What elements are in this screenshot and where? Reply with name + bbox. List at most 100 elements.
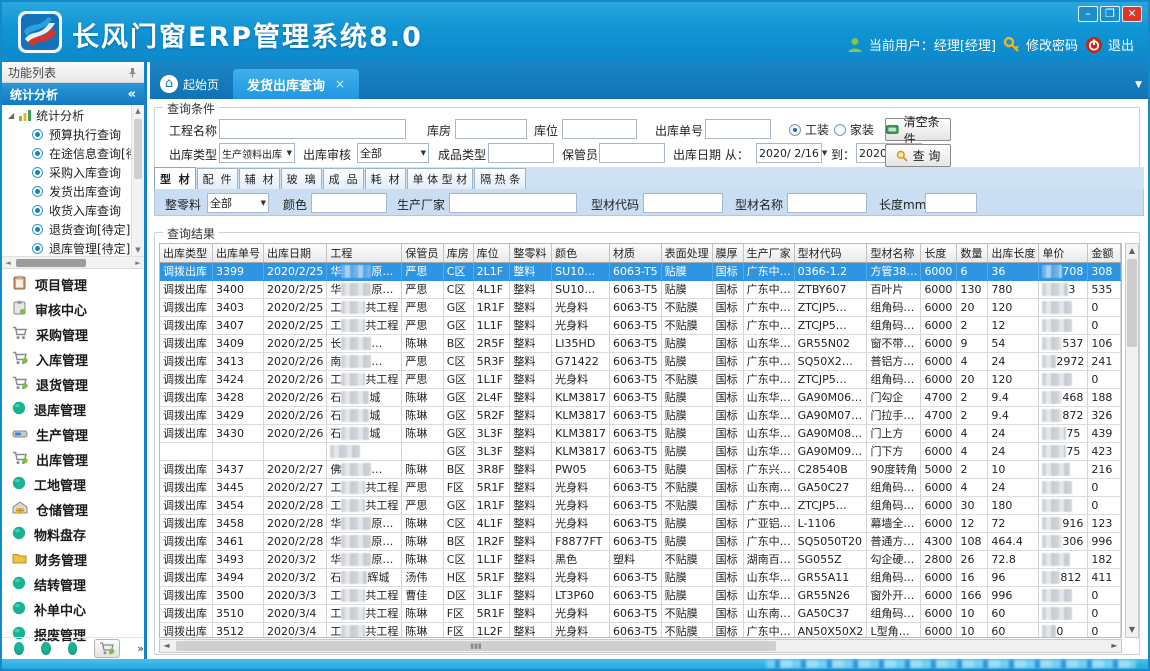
menu-item-12[interactable]: 结转管理 (2, 572, 144, 597)
table-row-18[interactable]: 调拨出库35002020/3/3工共工程曹佳D区3L1F整料LT3P606063… (160, 586, 1121, 604)
menu-item-3[interactable]: 入库管理 (2, 347, 144, 372)
menu-item-13[interactable]: 补单中心 (2, 597, 144, 622)
table-row-5[interactable]: 调拨出库34132020/2/26南…严思C区5R3F整料G714226063-… (160, 352, 1121, 370)
menu-item-5[interactable]: 退库管理 (2, 397, 144, 422)
radio-gongzhuang[interactable]: 工装 (789, 121, 829, 138)
tree-root-stats[interactable]: ◢ 统计分析 (2, 105, 131, 125)
tree-item-6[interactable]: 退库管理[待定] (2, 239, 131, 257)
scroll-down-icon[interactable]: ▼ (1126, 623, 1138, 637)
table-row-17[interactable]: 调拨出库34942020/3/2石辉城汤伟H区5R1F整料光身料6063-T5贴… (160, 568, 1121, 586)
table-row-4[interactable]: 调拨出库34092020/2/25长…陈琳B区2R5F整料LI35HD6063-… (160, 334, 1121, 352)
column-header-17[interactable]: 出库长度 (988, 244, 1039, 262)
module-dot-icon[interactable] (14, 642, 24, 655)
scroll-left-icon[interactable]: ◄ (160, 640, 173, 652)
column-header-12[interactable]: 生产厂家 (743, 244, 794, 262)
column-header-11[interactable]: 膜厚 (712, 244, 743, 262)
tab-home[interactable]: ⌂ 起始页 (150, 69, 233, 99)
table-row-2[interactable]: 调拨出库34032020/2/25工共工程严思G区1R1F整料光身料6063-T… (160, 298, 1121, 316)
table-row-16[interactable]: 调拨出库34932020/3/2华原…陈琳C区1L1F整料黑色塑料不贴膜国标湖南… (160, 550, 1121, 568)
cart-toolbar-button[interactable] (94, 639, 120, 658)
column-header-4[interactable]: 保管员 (402, 244, 443, 262)
table-row-15[interactable]: 调拨出库34612020/2/28华原…陈琳B区1R2F整料F8877FT606… (160, 532, 1121, 550)
column-header-9[interactable]: 材质 (610, 244, 662, 262)
product-type-input[interactable] (488, 143, 554, 163)
code-input[interactable] (643, 193, 723, 213)
module-dot-icon[interactable] (41, 642, 51, 655)
material-tab-4[interactable]: 成 品 (323, 168, 364, 189)
column-header-15[interactable]: 长度 (921, 244, 957, 262)
name-input[interactable] (787, 193, 867, 213)
material-tab-5[interactable]: 耗 材 (365, 168, 406, 189)
out-type-dropdown[interactable]: 生产领料出库▼ (219, 143, 295, 163)
close-button[interactable]: ✕ (1122, 6, 1142, 22)
column-header-0[interactable]: 出库类型 (160, 244, 213, 262)
table-row-13[interactable]: 调拨出库34542020/2/28工共工程严思G区1R1F整料光身料6063-T… (160, 496, 1121, 514)
scroll-up-icon[interactable]: ▲ (132, 105, 144, 117)
menu-item-11[interactable]: 财务管理 (2, 547, 144, 572)
tab-shipment-query[interactable]: 发货出库查询 × (233, 69, 359, 99)
tab-overflow-icon[interactable]: ▼ (1135, 80, 1142, 90)
menu-item-0[interactable]: 项目管理 (2, 272, 144, 297)
location-input[interactable] (562, 119, 637, 139)
date-from-dropdown[interactable]: 2020/ 2/16▼ (756, 143, 822, 163)
tree-expander-icon[interactable]: ◢ (8, 111, 14, 120)
table-row-1[interactable]: 调拨出库34002020/2/25华原…严思C区4L1F整料SU10…6063-… (160, 280, 1121, 298)
tree-item-1[interactable]: 在途信息查询[待 (2, 144, 131, 163)
column-header-1[interactable]: 出库单号 (213, 244, 264, 262)
menu-item-1[interactable]: 审核中心 (2, 297, 144, 322)
column-header-2[interactable]: 出库日期 (264, 244, 327, 262)
module-dot-icon[interactable] (68, 642, 78, 655)
menu-item-8[interactable]: 工地管理 (2, 472, 144, 497)
table-row-11[interactable]: 调拨出库34372020/2/27佛…陈琳B区3R8F整料PW056063-T5… (160, 460, 1121, 478)
column-header-5[interactable]: 库房 (443, 244, 473, 262)
radio-jiazhuang[interactable]: 家装 (834, 121, 874, 138)
material-tab-0[interactable]: 型 材 (154, 167, 196, 189)
minimize-button[interactable]: – (1078, 6, 1098, 22)
tree-item-4[interactable]: 收货入库查询 (2, 201, 131, 220)
table-row-19[interactable]: 调拨出库35102020/3/4工共工程陈琳F区5R1F整料光身料6063-T5… (160, 604, 1121, 622)
tree-horizontal-scrollbar[interactable]: ◄ ► (2, 257, 144, 269)
table-row-8[interactable]: 调拨出库34292020/2/26石城陈琳G区5R2F整料KLM38176063… (160, 406, 1121, 424)
overflow-chevron[interactable]: » (137, 644, 144, 653)
column-header-16[interactable]: 数量 (957, 244, 988, 262)
menu-item-6[interactable]: 生产管理 (2, 422, 144, 447)
audit-dropdown[interactable]: 全部▼ (357, 143, 429, 163)
table-row-14[interactable]: 调拨出库34582020/2/28华原…陈琳C区4L1F整料光身料6063-T5… (160, 514, 1121, 532)
scroll-right-icon[interactable]: ► (132, 257, 144, 269)
tree-item-0[interactable]: 预算执行查询 (2, 125, 131, 144)
warehouse-input[interactable] (455, 119, 527, 139)
table-horizontal-scrollbar[interactable]: ◄ ▮▮▮ ► (159, 639, 1122, 653)
keeper-input[interactable] (599, 143, 665, 163)
material-tab-6[interactable]: 单 体 型 材 (407, 168, 474, 189)
material-tab-1[interactable]: 配 件 (197, 168, 238, 189)
change-password-button[interactable]: 修改密码 (1003, 35, 1078, 54)
column-header-7[interactable]: 整零料 (510, 244, 552, 262)
material-tab-7[interactable]: 隔 热 条 (474, 168, 526, 189)
pin-icon[interactable] (127, 67, 138, 78)
table-row-10[interactable]: G区3L3F整料KLM38176063-T5贴膜国标山东华…GA90M09…门下… (160, 442, 1121, 460)
maximize-button[interactable]: ❐ (1100, 6, 1120, 22)
tree-item-2[interactable]: 采购入库查询 (2, 163, 131, 182)
table-row-12[interactable]: 调拨出库34452020/2/27工共工程严思F区5R1F整料光身料6063-T… (160, 478, 1121, 496)
menu-item-2[interactable]: 采购管理 (2, 322, 144, 347)
project-name-input[interactable] (219, 119, 406, 139)
menu-item-9[interactable]: 仓储管理 (2, 497, 144, 522)
scroll-right-icon[interactable]: ► (1108, 640, 1121, 652)
material-tab-3[interactable]: 玻 璃 (281, 168, 322, 189)
column-header-6[interactable]: 库位 (473, 244, 510, 262)
tree-item-5[interactable]: 退货查询[待定] (2, 220, 131, 239)
table-row-6[interactable]: 调拨出库34242020/2/26工共工程严思G区1L1F整料光身料6063-T… (160, 370, 1121, 388)
column-header-18[interactable]: 单价 (1039, 244, 1088, 262)
collapse-icon[interactable]: « (128, 87, 136, 102)
manufacturer-input[interactable] (449, 193, 577, 213)
scroll-left-icon[interactable]: ◄ (2, 257, 14, 269)
tab-close-icon[interactable]: × (335, 77, 345, 91)
column-header-8[interactable]: 颜色 (552, 244, 610, 262)
tree-vertical-scrollbar[interactable]: ▲ ▼ (131, 105, 144, 256)
color-input[interactable] (311, 193, 387, 213)
scroll-up-icon[interactable]: ▲ (1126, 244, 1138, 258)
stats-section-header[interactable]: 统计分析 « (2, 83, 144, 105)
table-row-3[interactable]: 调拨出库34072020/2/25工共工程严思G区1L1F整料光身料6063-T… (160, 316, 1121, 334)
clear-conditions-button[interactable]: 清空条件 (885, 118, 951, 141)
table-row-9[interactable]: 调拨出库34302020/2/26石城陈琳G区3L3F整料KLM38176063… (160, 424, 1121, 442)
